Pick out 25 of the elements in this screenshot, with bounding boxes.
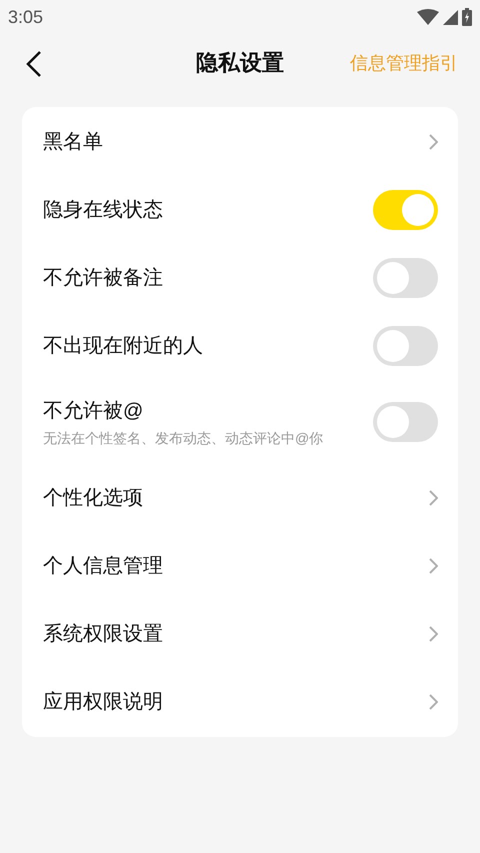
chevron-right-icon[interactable] [429, 694, 438, 710]
toggle-switch[interactable] [373, 402, 438, 442]
setting-label: 黑名单 [43, 130, 103, 155]
setting-description: 无法在个性签名、发布动态、动态评论中@你 [43, 428, 324, 448]
info-guide-link[interactable]: 信息管理指引 [350, 50, 458, 77]
battery-icon [462, 8, 472, 26]
setting-label: 隐身在线状态 [43, 198, 163, 223]
setting-label: 应用权限说明 [43, 690, 163, 715]
setting-label: 不出现在附近的人 [43, 334, 203, 359]
status-time: 3:05 [8, 6, 44, 28]
signal-icon [443, 10, 458, 24]
toggle-switch[interactable] [373, 258, 438, 298]
toggle-switch[interactable] [373, 190, 438, 230]
chevron-right-icon[interactable] [429, 626, 438, 642]
chevron-right-icon[interactable] [429, 490, 438, 506]
chevron-right-icon[interactable] [429, 558, 438, 574]
toggle-switch[interactable] [373, 326, 438, 366]
wifi-icon [417, 9, 439, 25]
setting-label: 个人信息管理 [43, 554, 163, 579]
setting-label: 系统权限设置 [43, 622, 163, 647]
setting-label: 不允许被备注 [43, 266, 163, 291]
page-title: 隐私设置 [196, 48, 284, 76]
setting-label: 个性化选项 [43, 486, 143, 511]
chevron-right-icon[interactable] [429, 134, 438, 150]
setting-label: 不允许被@ [43, 398, 144, 424]
